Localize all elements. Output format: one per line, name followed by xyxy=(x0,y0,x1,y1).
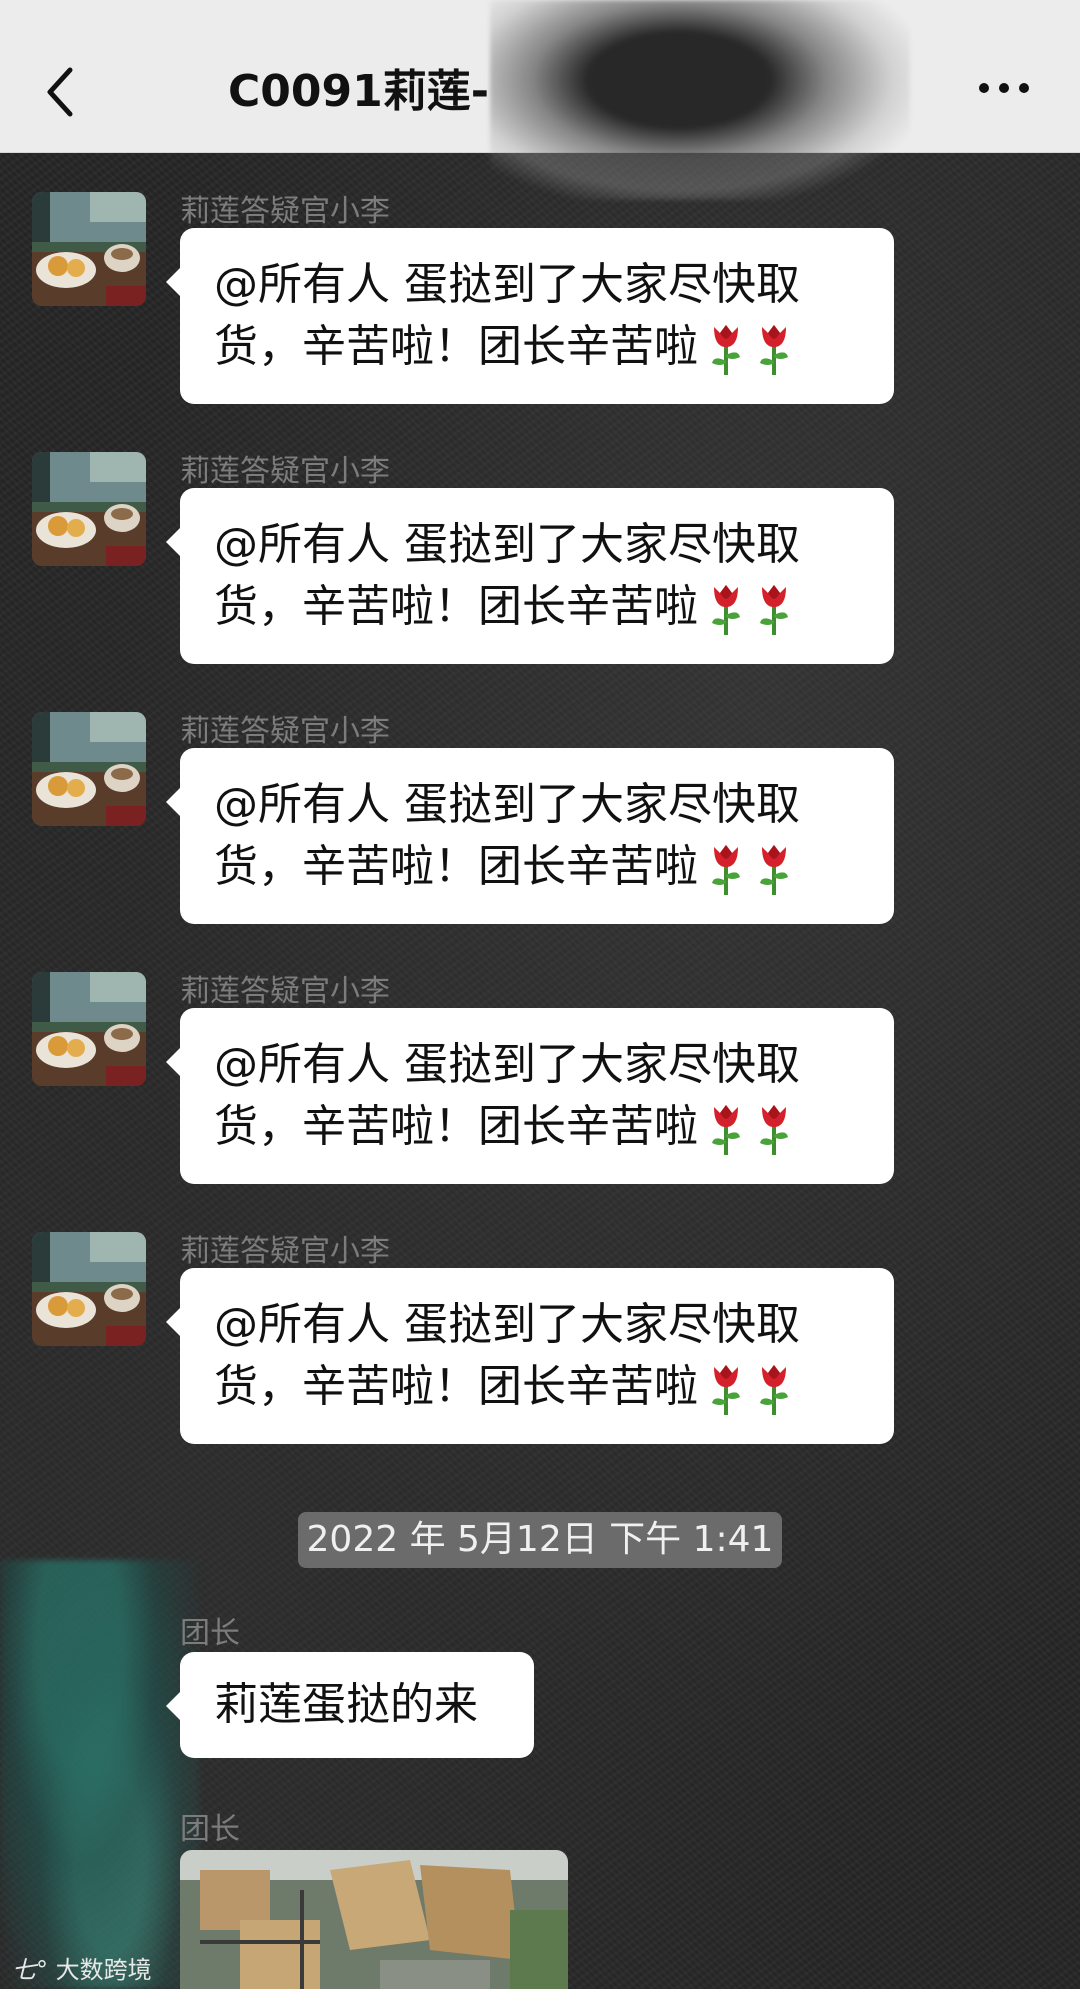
rose-emoji-icon xyxy=(706,1361,746,1417)
message-line: 货，辛苦啦！团长辛苦啦 xyxy=(214,581,698,632)
rose-emoji-icon xyxy=(754,581,794,637)
rose-emoji-icon xyxy=(706,321,746,377)
more-dots-icon[interactable] xyxy=(978,76,1030,100)
message-bubble[interactable]: @所有人 蛋挞到了大家尽快取 货，辛苦啦！团长辛苦啦 xyxy=(166,1268,894,1444)
avatar[interactable] xyxy=(32,192,146,306)
watermark: 七° 大数跨境 xyxy=(12,1956,152,1984)
sender-name: 莉莲答疑官小李 xyxy=(180,194,390,229)
chat-title: C0091莉莲- xyxy=(228,66,490,117)
message-line: 货，辛苦啦！团长辛苦啦 xyxy=(214,1101,698,1152)
message-bubble[interactable]: @所有人 蛋挞到了大家尽快取 货，辛苦啦！团长辛苦啦 xyxy=(166,748,894,924)
message-bubble[interactable]: @所有人 蛋挞到了大家尽快取 货，辛苦啦！团长辛苦啦 xyxy=(166,228,894,404)
rose-emoji-icon xyxy=(754,841,794,897)
message-line: @所有人 蛋挞到了大家尽快取 xyxy=(214,1039,800,1090)
message-line: 货，辛苦啦！团长辛苦啦 xyxy=(214,841,698,892)
rose-emoji-icon xyxy=(754,1101,794,1157)
timestamp-badge: 2022 年 5月12日 下午 1:41 xyxy=(298,1512,782,1568)
avatar[interactable] xyxy=(32,712,146,826)
rose-emoji-icon xyxy=(754,1361,794,1417)
message-bubble[interactable]: @所有人 蛋挞到了大家尽快取 货，辛苦啦！团长辛苦啦 xyxy=(166,488,894,664)
sender-name: 莉莲答疑官小李 xyxy=(180,1234,390,1269)
message-line: @所有人 蛋挞到了大家尽快取 xyxy=(214,779,800,830)
rose-emoji-icon xyxy=(706,1101,746,1157)
rose-emoji-icon xyxy=(706,841,746,897)
message-bubble[interactable]: 莉莲蛋挞的来 xyxy=(166,1652,534,1758)
sender-name: 莉莲答疑官小李 xyxy=(180,454,390,489)
redacted-avatar xyxy=(0,1560,200,1989)
rose-emoji-icon xyxy=(754,321,794,377)
message-line: 货，辛苦啦！团长辛苦啦 xyxy=(214,321,698,372)
sender-name: 团长 xyxy=(180,1616,240,1651)
nav-bar: C0091莉莲- xyxy=(0,0,1080,200)
sender-name: 莉莲答疑官小李 xyxy=(180,714,390,749)
avatar[interactable] xyxy=(32,1232,146,1346)
sender-name: 团长 xyxy=(180,1812,240,1847)
message-line: @所有人 蛋挞到了大家尽快取 xyxy=(214,1299,800,1350)
chevron-left-icon[interactable] xyxy=(40,62,80,122)
message-line: 货，辛苦啦！团长辛苦啦 xyxy=(214,1361,698,1412)
message-line: @所有人 蛋挞到了大家尽快取 xyxy=(214,259,800,310)
image-message[interactable] xyxy=(180,1850,568,1989)
avatar[interactable] xyxy=(32,452,146,566)
sender-name: 莉莲答疑官小李 xyxy=(180,974,390,1009)
message-line: @所有人 蛋挞到了大家尽快取 xyxy=(214,519,800,570)
message-text: 莉莲蛋挞的来 xyxy=(214,1679,478,1730)
avatar[interactable] xyxy=(32,972,146,1086)
message-bubble[interactable]: @所有人 蛋挞到了大家尽快取 货，辛苦啦！团长辛苦啦 xyxy=(166,1008,894,1184)
rose-emoji-icon xyxy=(706,581,746,637)
redaction-scribble xyxy=(490,0,910,200)
